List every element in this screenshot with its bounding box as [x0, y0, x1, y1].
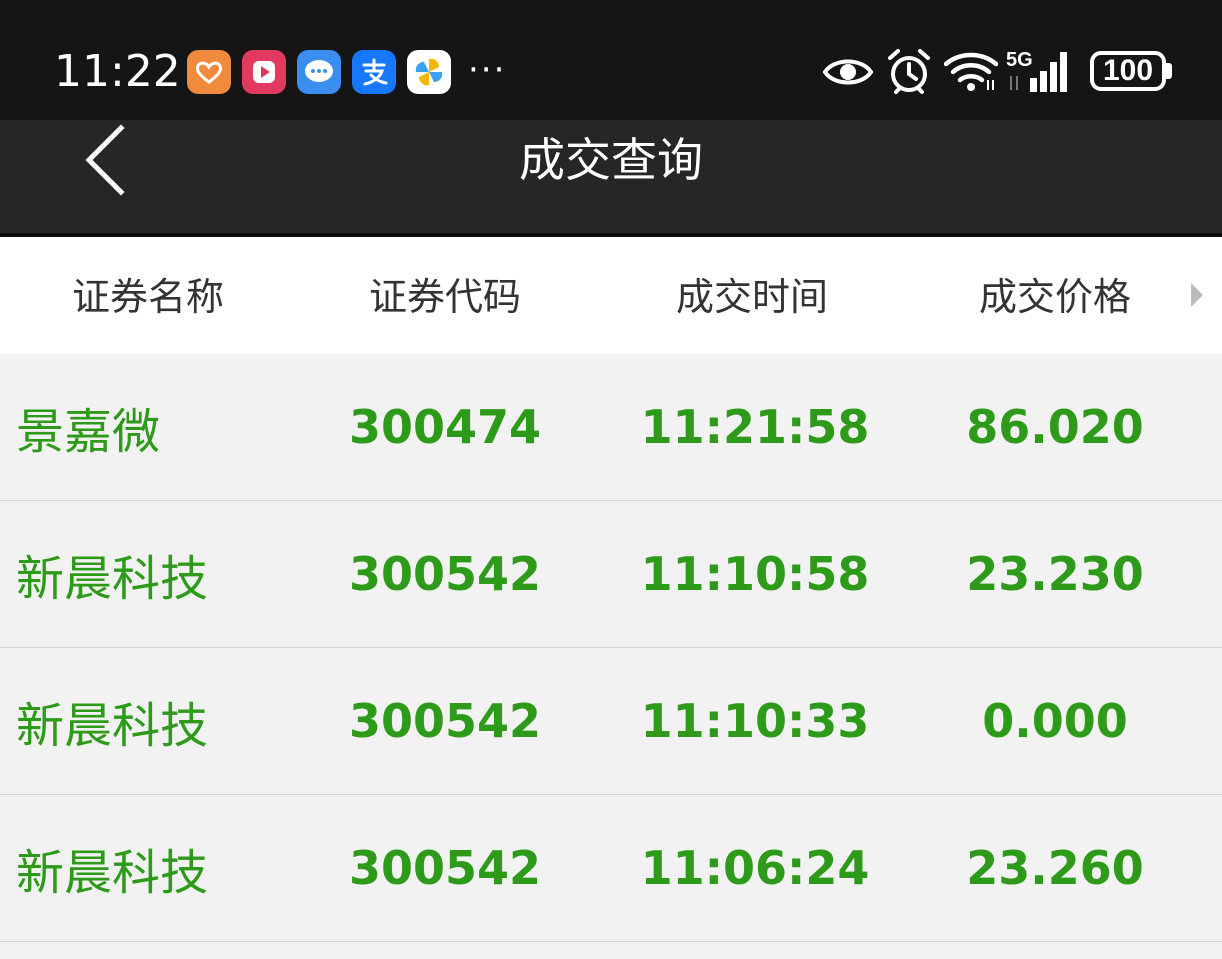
- more-notifications-icon: ···: [468, 50, 507, 90]
- column-header-security-code[interactable]: 证券代码: [345, 273, 545, 321]
- column-header-trade-time[interactable]: 成交时间: [652, 273, 852, 321]
- column-header-security-name[interactable]: 证券名称: [48, 273, 248, 321]
- status-time: 11:22: [54, 46, 181, 97]
- security-code: 300542: [348, 841, 542, 895]
- table-row[interactable]: 新晨科技 300542 11:06:24 23.260: [0, 795, 1222, 942]
- message-app-icon: [297, 50, 341, 94]
- table-row[interactable]: 景嘉微 300474 11:21:58 86.020: [0, 354, 1222, 501]
- page-title: 成交查询: [519, 133, 703, 187]
- trade-price: 23.260: [966, 841, 1144, 895]
- table-header: 证券名称 证券代码 成交时间 成交价格: [0, 237, 1222, 354]
- security-code: 300542: [348, 547, 542, 601]
- trade-time: 11:21:58: [640, 400, 870, 454]
- heart-app-icon: [187, 50, 231, 94]
- table-row[interactable]: 新晨科技 300542 11:10:33 0.000: [0, 648, 1222, 795]
- trade-time: 11:06:24: [640, 841, 870, 895]
- scroll-right-icon[interactable]: [1191, 283, 1203, 307]
- battery-level: 100: [1102, 54, 1154, 87]
- cellular-signal-icon: 5G: [1006, 46, 1078, 98]
- wifi-icon: [943, 52, 999, 96]
- security-name: 景嘉微: [16, 404, 161, 460]
- alipay-icon: [352, 50, 396, 94]
- security-name: 新晨科技: [16, 551, 209, 607]
- trade-price: 23.230: [966, 547, 1144, 601]
- battery-cap: [1166, 63, 1172, 79]
- battery-icon: 100: [1090, 51, 1166, 91]
- video-app-icon: [242, 50, 286, 94]
- security-name: 新晨科技: [16, 698, 209, 754]
- trade-price: 0.000: [982, 694, 1128, 748]
- nav-bar: 成交查询: [0, 120, 1222, 235]
- status-bar: 11:22 ··· 5G 100: [0, 0, 1222, 120]
- trade-time: 11:10:33: [640, 694, 870, 748]
- trade-price: 86.020: [966, 400, 1144, 454]
- column-header-trade-price[interactable]: 成交价格: [955, 273, 1155, 321]
- security-code: 300474: [348, 400, 542, 454]
- alarm-icon: [886, 48, 932, 100]
- security-name: 新晨科技: [16, 845, 209, 901]
- security-code: 300542: [348, 694, 542, 748]
- pinwheel-app-icon: [407, 50, 451, 94]
- table-row[interactable]: 新晨科技 300542 11:10:58 23.230: [0, 501, 1222, 648]
- eye-icon: [822, 52, 874, 96]
- network-type-label: 5G: [1006, 49, 1033, 71]
- trade-time: 11:10:58: [640, 547, 870, 601]
